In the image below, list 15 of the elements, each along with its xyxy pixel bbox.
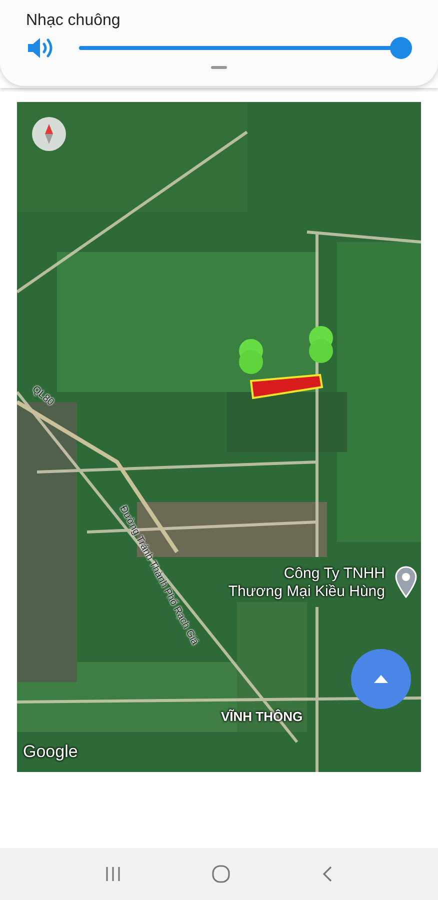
- location-marker[interactable]: [237, 338, 265, 376]
- recent-apps-icon[interactable]: [105, 866, 122, 882]
- home-icon[interactable]: [212, 865, 230, 883]
- back-icon[interactable]: [320, 866, 333, 882]
- drag-handle[interactable]: [211, 66, 227, 69]
- parcel-polygon[interactable]: [250, 373, 324, 400]
- slider-thumb[interactable]: [390, 37, 412, 59]
- compass-icon[interactable]: [32, 117, 66, 151]
- place-label: Công Ty TNHH Thương Mại Kiều Hùng: [227, 565, 385, 601]
- location-marker[interactable]: [307, 325, 335, 365]
- speaker-icon[interactable]: [26, 36, 54, 60]
- volume-label: Nhạc chuông: [26, 12, 122, 30]
- map-attribution: Google: [23, 742, 78, 762]
- caret-up-icon: [374, 675, 388, 683]
- place-pin-icon[interactable]: [395, 566, 417, 598]
